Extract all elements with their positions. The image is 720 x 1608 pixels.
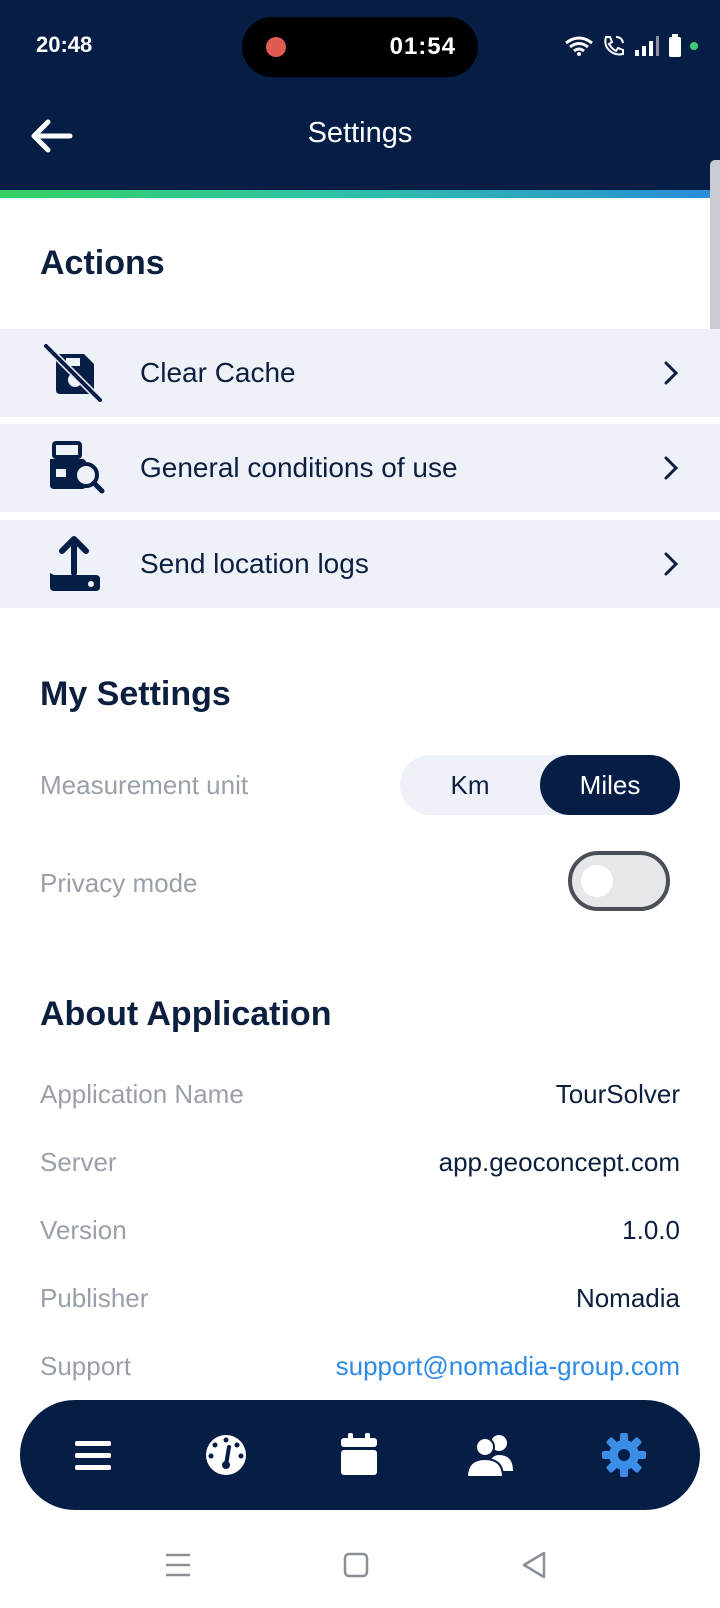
nav-settings[interactable]	[596, 1427, 652, 1483]
about-title: About Application	[40, 995, 332, 1033]
bottom-nav	[20, 1400, 700, 1510]
users-icon	[465, 1435, 513, 1478]
info-label-app-name: Application Name	[40, 1079, 244, 1109]
chevron-right-icon	[664, 361, 679, 385]
unit-option-km[interactable]: Km	[400, 755, 540, 815]
conditions-icon	[50, 441, 105, 494]
info-value-version: 1.0.0	[622, 1215, 680, 1245]
app-header: 20:48 01:54 Settings	[0, 0, 720, 190]
status-dot-icon	[690, 42, 698, 50]
status-icons	[564, 34, 698, 58]
privacy-mode-label: Privacy mode	[40, 868, 198, 898]
recording-pill[interactable]: 01:54	[242, 17, 478, 77]
back-icon[interactable]	[514, 1545, 554, 1585]
settings-icon	[602, 1433, 646, 1477]
calendar-icon	[341, 1433, 377, 1475]
nav-users[interactable]	[463, 1427, 519, 1483]
unit-option-miles[interactable]: Miles	[540, 755, 680, 815]
info-label-version: Version	[40, 1215, 127, 1245]
home-icon[interactable]	[336, 1545, 376, 1585]
chevron-right-icon	[664, 456, 679, 480]
clear-cache-icon	[44, 343, 103, 403]
toggle-knob	[581, 865, 613, 897]
measurement-unit-switch: Km Miles	[400, 755, 680, 815]
action-general-conditions[interactable]: General conditions of use	[0, 424, 720, 512]
scrollbar[interactable]	[710, 160, 720, 350]
my-settings-title: My Settings	[40, 675, 231, 713]
menu-icon	[75, 1441, 111, 1470]
record-dot-icon	[266, 37, 286, 57]
actions-title: Actions	[40, 244, 165, 282]
nav-dashboard[interactable]	[198, 1427, 254, 1483]
info-label-publisher: Publisher	[40, 1283, 149, 1313]
status-time: 20:48	[36, 32, 93, 57]
info-value-publisher: Nomadia	[575, 1283, 680, 1313]
recording-timer: 01:54	[389, 33, 456, 60]
header-gradient-bar	[0, 190, 720, 198]
recent-apps-icon[interactable]	[158, 1545, 198, 1585]
action-label: Clear Cache	[140, 357, 296, 388]
upload-icon	[50, 536, 100, 591]
info-value-server: app.geoconcept.com	[438, 1147, 680, 1177]
nav-menu[interactable]	[65, 1427, 121, 1483]
wifi-call-icon	[604, 36, 624, 56]
signal-icon	[635, 36, 659, 56]
info-label-server: Server	[40, 1147, 117, 1177]
info-label-support: Support	[40, 1351, 132, 1381]
page-title: Settings	[307, 117, 413, 149]
nav-calendar[interactable]	[331, 1427, 387, 1483]
dashboard-icon	[206, 1435, 246, 1475]
action-label: Send location logs	[140, 548, 369, 579]
privacy-mode-toggle[interactable]	[568, 851, 670, 911]
support-email-link[interactable]: support@nomadia-group.com	[336, 1351, 680, 1382]
action-send-location-logs[interactable]: Send location logs	[0, 520, 720, 608]
wifi-icon	[565, 36, 593, 56]
action-label: General conditions of use	[140, 452, 458, 483]
battery-icon	[669, 34, 681, 57]
info-value-app-name: TourSolver	[555, 1079, 680, 1109]
measurement-unit-label: Measurement unit	[40, 770, 249, 800]
chevron-right-icon	[664, 552, 679, 576]
action-clear-cache[interactable]: Clear Cache	[0, 329, 720, 417]
